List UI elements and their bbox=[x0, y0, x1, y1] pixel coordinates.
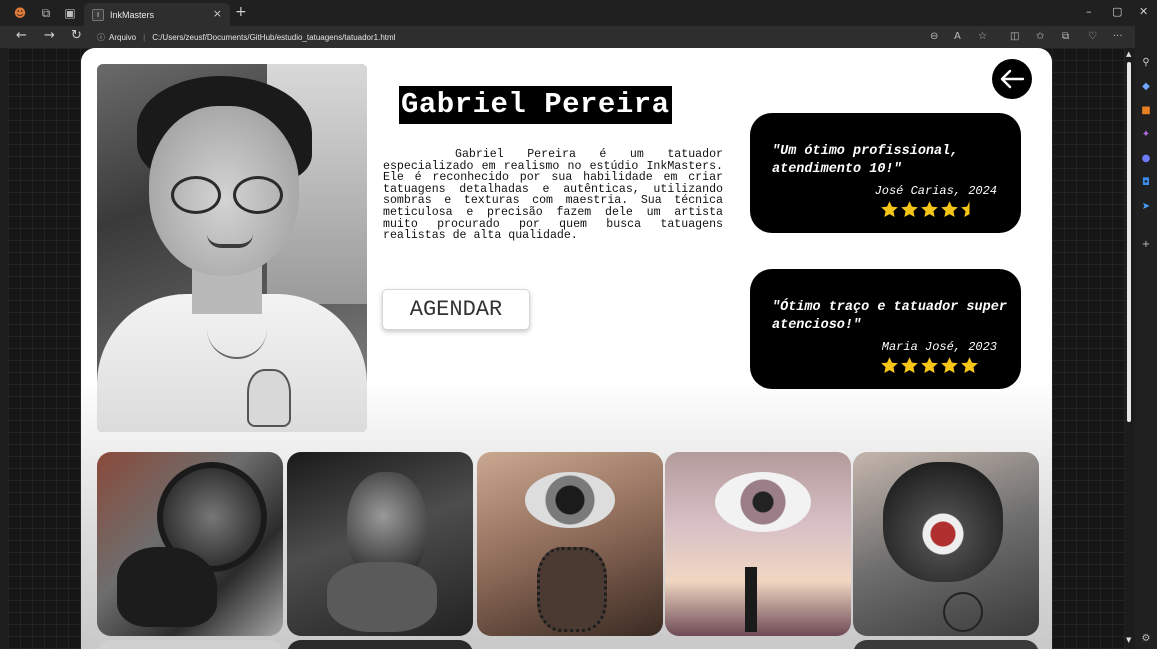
gallery-item-partial[interactable] bbox=[287, 640, 473, 649]
tag-icon[interactable]: ◆ bbox=[1140, 80, 1152, 92]
read-aloud-icon[interactable]: A bbox=[954, 31, 961, 42]
review-quote: "Ótimo traço e tatuador super atencioso!… bbox=[772, 300, 1007, 333]
star-icon bbox=[941, 357, 958, 374]
address-field[interactable]: ⓘ Arquivo | C:/Users/zeusf/Documents/Git… bbox=[97, 29, 1007, 46]
browser-sidebar: ⚲ ◆ ■ ✦ ● ◘ ➤ + ⚙ bbox=[1135, 26, 1157, 649]
schedule-button[interactable]: AGENDAR bbox=[382, 289, 530, 330]
send-icon[interactable]: ➤ bbox=[1140, 200, 1152, 212]
favicon-icon: I bbox=[92, 8, 104, 21]
address-separator: | bbox=[143, 33, 146, 42]
settings-icon[interactable]: ⚙ bbox=[1140, 632, 1152, 644]
photo-shirt bbox=[97, 294, 367, 432]
browser-tab[interactable]: I InkMasters × bbox=[84, 3, 230, 26]
minimize-button[interactable]: – bbox=[1086, 5, 1092, 18]
tattoo-gallery bbox=[97, 452, 1039, 649]
tab-actions-icon[interactable]: ▣ bbox=[56, 0, 84, 26]
review-rating bbox=[880, 200, 979, 222]
zoom-icon[interactable]: ⊖ bbox=[930, 31, 938, 42]
review-rating bbox=[880, 356, 979, 378]
tattoo-palm-shape bbox=[745, 567, 757, 632]
review-author: Maria José, 2023 bbox=[881, 340, 997, 354]
tattoo-eye-shape bbox=[715, 472, 811, 532]
star-icon bbox=[941, 201, 958, 218]
gallery-item-eye-rosary[interactable] bbox=[477, 452, 663, 636]
browser-essentials-icon[interactable]: ♡ bbox=[1088, 31, 1097, 42]
gallery-item-bear-compass[interactable] bbox=[97, 452, 283, 636]
info-icon[interactable]: ⓘ bbox=[97, 32, 105, 43]
gallery-item-partial[interactable] bbox=[853, 640, 1039, 649]
favorites-bar-icon[interactable]: ✩ bbox=[1036, 31, 1044, 42]
close-window-button[interactable]: ✕ bbox=[1139, 5, 1148, 18]
review-card: "Ótimo traço e tatuador super atencioso!… bbox=[750, 269, 1021, 389]
split-screen-icon[interactable]: ◫ bbox=[1010, 31, 1019, 42]
address-scheme-label: Arquivo bbox=[109, 33, 137, 42]
tattoo-bear-shape bbox=[117, 547, 217, 627]
tattoo-hand-shape bbox=[327, 562, 437, 632]
gallery-item-woman-face[interactable] bbox=[287, 452, 473, 636]
artist-name: Gabriel Pereira bbox=[401, 88, 670, 121]
copilot-icon[interactable]: ● bbox=[1140, 152, 1152, 164]
gallery-item-tiger-compass[interactable] bbox=[853, 452, 1039, 636]
gallery-item-partial[interactable] bbox=[97, 640, 283, 649]
address-url: C:/Users/zeusf/Documents/GitHub/estudio_… bbox=[152, 33, 396, 42]
scrollbar-thumb[interactable] bbox=[1127, 62, 1131, 422]
back-button[interactable] bbox=[992, 59, 1032, 99]
search-icon[interactable]: ⚲ bbox=[1140, 56, 1152, 68]
arrow-left-icon bbox=[1000, 69, 1025, 89]
artist-name-highlight: Gabriel Pereira bbox=[399, 86, 672, 124]
page-scrollbar[interactable]: ▲ ▼ bbox=[1125, 48, 1135, 649]
profile-icon[interactable]: ☻ bbox=[6, 0, 34, 26]
star-icon bbox=[901, 201, 918, 218]
restore-button[interactable]: ▢ bbox=[1112, 5, 1122, 18]
scroll-up-icon[interactable]: ▲ bbox=[1126, 50, 1131, 58]
new-tab-button[interactable]: + bbox=[235, 4, 247, 20]
artist-photo bbox=[97, 64, 367, 432]
star-icon bbox=[881, 357, 898, 374]
star-icon bbox=[921, 201, 938, 218]
refresh-icon[interactable]: ↻ bbox=[71, 28, 82, 43]
star-icon bbox=[901, 357, 918, 374]
star-icon bbox=[921, 357, 938, 374]
back-nav-icon[interactable]: ← bbox=[16, 28, 27, 43]
star-icon bbox=[961, 201, 970, 218]
outlook-icon[interactable]: ◘ bbox=[1140, 176, 1152, 188]
favorite-icon[interactable]: ☆ bbox=[978, 31, 987, 42]
tattoo-artist-card: Gabriel Pereira Gabriel Pereira é um tat… bbox=[81, 48, 1052, 649]
tab-title: InkMasters bbox=[110, 9, 155, 20]
star-icon bbox=[961, 357, 978, 374]
address-bar-row: ← → ↻ ⓘ Arquivo | C:/Users/zeusf/Documen… bbox=[0, 26, 1157, 48]
scroll-down-icon[interactable]: ▼ bbox=[1126, 636, 1131, 644]
tattoo-tiger-shape bbox=[883, 462, 1003, 582]
gallery-item-eye-palm[interactable] bbox=[665, 452, 851, 636]
add-sidebar-icon[interactable]: + bbox=[1140, 238, 1152, 250]
collections-icon[interactable]: ⧉ bbox=[1062, 31, 1069, 42]
review-quote: "Um ótimo profissional, atendimento 10!" bbox=[772, 144, 959, 177]
photo-glasses bbox=[171, 176, 291, 216]
forward-nav-icon[interactable]: → bbox=[44, 28, 55, 43]
browser-tab-bar: ☻ ⧉ ▣ I InkMasters × + – ▢ ✕ bbox=[0, 0, 1157, 26]
tattoo-eye-shape bbox=[525, 472, 615, 528]
review-author: José Carias, 2024 bbox=[874, 184, 997, 198]
shopping-icon[interactable]: ■ bbox=[1140, 104, 1152, 116]
tab-close-icon[interactable]: × bbox=[213, 7, 222, 20]
artist-bio: Gabriel Pereira é um tatuador especializ… bbox=[383, 148, 723, 243]
more-menu-icon[interactable]: ··· bbox=[1113, 31, 1123, 42]
review-card: "Um ótimo profissional, atendimento 10!"… bbox=[750, 113, 1021, 233]
tattoo-compass-shape bbox=[943, 592, 983, 632]
photo-shirt-print bbox=[247, 369, 291, 427]
tools-icon[interactable]: ✦ bbox=[1140, 128, 1152, 140]
photo-smile bbox=[207, 234, 253, 248]
tattoo-rosary-shape bbox=[537, 547, 607, 632]
star-icon bbox=[881, 201, 898, 218]
